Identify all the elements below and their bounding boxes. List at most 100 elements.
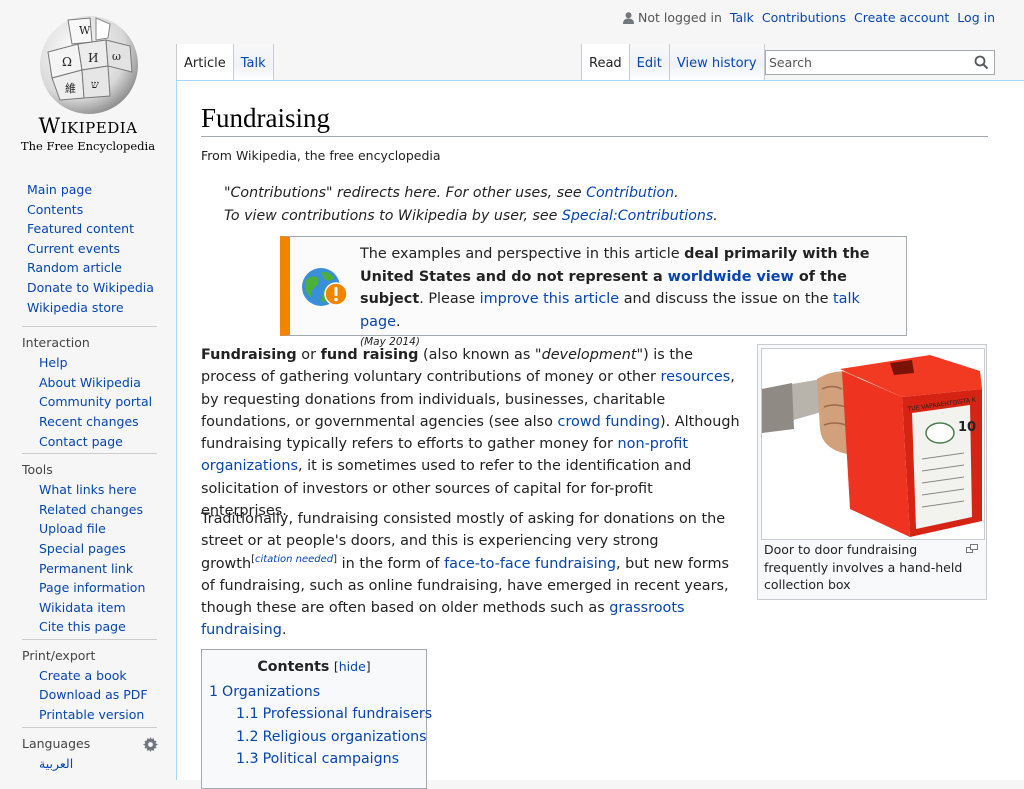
- resources-link[interactable]: resources: [661, 369, 731, 385]
- sidebar-item-contact-page[interactable]: Contact page: [39, 434, 123, 449]
- paragraph-text: .: [281, 622, 287, 639]
- sidebar-item-download-pdf[interactable]: Download as PDF: [39, 687, 148, 702]
- logo-tagline: The Free Encyclopedia: [20, 139, 156, 153]
- sidebar-interaction: Interaction Help About Wikipedia Communi…: [0, 326, 176, 451]
- toc-number: 1.3: [236, 750, 259, 767]
- thumbnail-figure: TUE VAPAAEHTOISTA K 10 Door to door fund…: [757, 344, 987, 600]
- hatnote-text: "Contributions" redirects here. For othe…: [224, 185, 587, 201]
- sidebar-item-main-page[interactable]: Main page: [27, 182, 92, 197]
- notice-text: .: [395, 313, 401, 330]
- personal-contributions-link[interactable]: Contributions: [762, 10, 846, 25]
- improve-article-link[interactable]: improve this article: [480, 291, 619, 307]
- log-in-link[interactable]: Log in: [957, 10, 995, 25]
- not-logged-in-text: Not logged in: [638, 10, 722, 25]
- contribution-link[interactable]: Contribution: [586, 185, 674, 201]
- tab-edit[interactable]: Edit: [628, 44, 669, 80]
- toc-item-professional-fundraisers[interactable]: 1.1 Professional fundraisers: [202, 703, 432, 725]
- toc-label[interactable]: Political campaigns: [263, 751, 399, 767]
- tab-talk[interactable]: Talk: [232, 44, 274, 80]
- svg-text:И: И: [88, 51, 98, 65]
- tab-article[interactable]: Article: [176, 44, 233, 80]
- sidebar-item-recent-changes[interactable]: Recent changes: [39, 414, 139, 429]
- intro-paragraph: Fundraising or fund raising (also known …: [201, 344, 741, 522]
- sidebar-item-printable-version[interactable]: Printable version: [39, 707, 144, 722]
- sidebar-heading-print-export: Print/export: [22, 638, 157, 666]
- toc-label[interactable]: Professional fundraisers: [263, 706, 433, 722]
- toc-item-organizations[interactable]: 1 Organizations: [202, 681, 426, 703]
- hatnote-text: To view contributions to Wikipedia by us…: [224, 208, 562, 224]
- citation-needed-tag: [citation needed]: [251, 554, 337, 565]
- collection-box-image[interactable]: TUE VAPAAEHTOISTA K 10: [761, 348, 985, 540]
- paragraph-text: in the form of: [337, 555, 445, 572]
- namespace-tabs: Article Talk: [176, 44, 274, 80]
- sidebar-item-wikidata-item[interactable]: Wikidata item: [39, 600, 126, 615]
- toc-label[interactable]: Religious organizations: [263, 729, 427, 745]
- sidebar-item-page-information[interactable]: Page information: [39, 580, 145, 595]
- sidebar-item-create-book[interactable]: Create a book: [39, 668, 127, 683]
- search-icon[interactable]: [974, 55, 989, 70]
- toc-hide-link[interactable]: hide: [339, 659, 366, 674]
- sidebar-item-help[interactable]: Help: [39, 355, 68, 370]
- svg-text:維: 維: [65, 82, 76, 95]
- bracket: ]: [365, 659, 371, 674]
- sidebar-item-upload-file[interactable]: Upload file: [39, 521, 106, 536]
- sidebar-item-permanent-link[interactable]: Permanent link: [39, 561, 133, 576]
- logo-wordmark: Wikipedia: [38, 114, 138, 138]
- sidebar-item-related-changes[interactable]: Related changes: [39, 502, 143, 517]
- page-title: Fundraising: [201, 103, 988, 137]
- toc-toggle: [hide]: [334, 659, 371, 674]
- personal-tools: Not logged in Talk Contributions Create …: [623, 10, 995, 25]
- sidebar-heading-tools: Tools: [22, 453, 157, 480]
- view-tabs: Read Edit View history: [581, 44, 765, 80]
- svg-text:ש: ש: [91, 78, 99, 91]
- sidebar-item-what-links-here[interactable]: What links here: [39, 482, 137, 497]
- special-contributions-link[interactable]: Special:Contributions: [562, 208, 713, 224]
- content-area: Fundraising From Wikipedia, the free enc…: [176, 80, 1024, 789]
- notice-text: and discuss the issue on the: [619, 291, 834, 307]
- globalize-notice-box: The examples and perspective in this art…: [280, 236, 907, 348]
- search-box: [765, 50, 995, 75]
- svg-text:W: W: [79, 24, 91, 37]
- second-paragraph: Traditionally, fundraising consisted mos…: [201, 508, 741, 642]
- sidebar-item-contents[interactable]: Contents: [27, 202, 83, 217]
- sidebar-item-current-events[interactable]: Current events: [27, 241, 120, 256]
- sidebar-item-cite-this-page[interactable]: Cite this page: [39, 619, 126, 634]
- worldwide-view-link[interactable]: worldwide view: [668, 269, 794, 285]
- globalize-notice-text: The examples and perspective in this art…: [360, 243, 900, 351]
- svg-text:Ω: Ω: [62, 55, 72, 69]
- personal-talk-link[interactable]: Talk: [730, 10, 754, 25]
- sidebar-item-language-arabic[interactable]: العربية: [39, 756, 73, 771]
- search-input[interactable]: [766, 51, 964, 73]
- svg-text:10: 10: [958, 420, 976, 435]
- sidebar-item-about[interactable]: About Wikipedia: [39, 375, 141, 390]
- sidebar-tools: Tools What links here Related changes Up…: [0, 453, 176, 637]
- sidebar-item-featured-content[interactable]: Featured content: [27, 221, 134, 236]
- tab-view-history[interactable]: View history: [668, 44, 765, 80]
- enlarge-icon[interactable]: [966, 544, 978, 553]
- toc-label[interactable]: Organizations: [222, 684, 320, 700]
- paragraph-text: (also known as ": [418, 347, 542, 363]
- sidebar-item-donate[interactable]: Donate to Wikipedia: [27, 280, 154, 295]
- bold-term: Fundraising: [201, 347, 297, 363]
- sidebar-item-special-pages[interactable]: Special pages: [39, 541, 126, 556]
- create-account-link[interactable]: Create account: [854, 10, 949, 25]
- toc-title: Contents [hide]: [202, 659, 426, 681]
- gear-icon[interactable]: [143, 736, 158, 752]
- sidebar-heading-languages: Languages: [22, 726, 157, 754]
- citation-needed-link[interactable]: citation needed: [255, 554, 333, 565]
- tab-read[interactable]: Read: [581, 44, 629, 80]
- toc-heading: Contents: [257, 659, 330, 675]
- crowd-funding-link[interactable]: crowd funding: [558, 414, 661, 430]
- sidebar-item-store[interactable]: Wikipedia store: [27, 300, 124, 315]
- wikipedia-globe-icon: W Ω И ω 維 ש: [40, 16, 138, 114]
- sidebar-item-community-portal[interactable]: Community portal: [39, 394, 152, 409]
- globe-warning-icon: [302, 268, 348, 306]
- toc-item-religious-organizations[interactable]: 1.2 Religious organizations: [202, 726, 427, 748]
- toc-item-political-campaigns[interactable]: 1.3 Political campaigns: [202, 748, 426, 770]
- wikipedia-logo[interactable]: W Ω И ω 維 ש Wikipedia The Free Encyclope…: [0, 0, 176, 160]
- hatnote-text: .: [713, 208, 718, 224]
- notice-text: The examples and perspective in this art…: [360, 246, 685, 262]
- sidebar-item-random-article[interactable]: Random article: [27, 260, 122, 275]
- face-to-face-fundraising-link[interactable]: face-to-face fundraising: [444, 556, 616, 572]
- sidebar-navigation: Main page Contents Featured content Curr…: [0, 180, 176, 317]
